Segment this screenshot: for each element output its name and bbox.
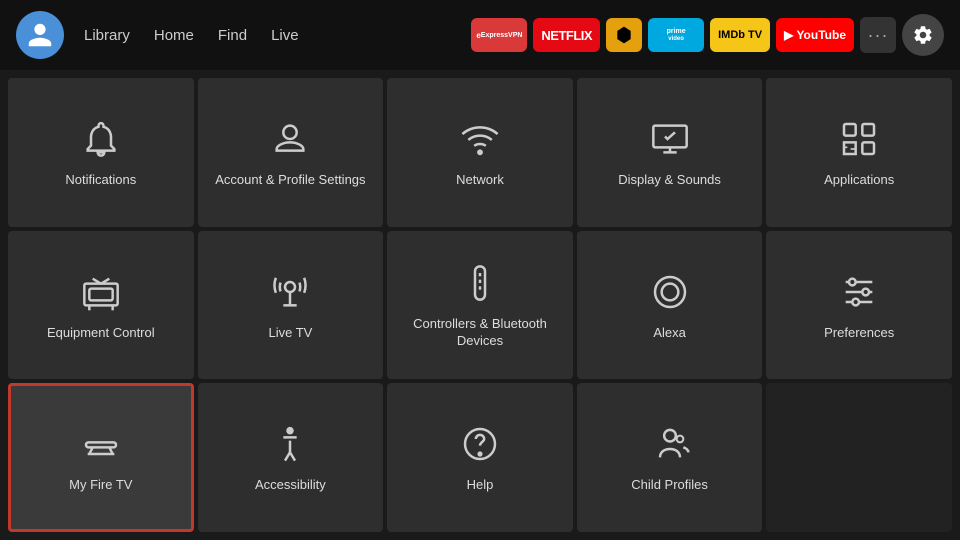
grid-item-applications[interactable]: Applications <box>766 78 952 227</box>
child-profiles-label: Child Profiles <box>631 477 708 494</box>
nav-settings-button[interactable] <box>902 14 944 56</box>
grid-item-equipment-control[interactable]: Equipment Control <box>8 231 194 380</box>
nav-live[interactable]: Live <box>271 23 299 48</box>
network-label: Network <box>456 172 504 189</box>
remote-icon <box>457 260 503 306</box>
app-imdb[interactable]: IMDb TV <box>710 18 770 52</box>
accessibility-icon <box>267 421 313 467</box>
account-label: Account & Profile Settings <box>215 172 365 189</box>
nav-find[interactable]: Find <box>218 23 247 48</box>
grid-item-notifications[interactable]: Notifications <box>8 78 194 227</box>
top-nav: Library Home Find Live e ExpressVPN NETF… <box>0 0 960 70</box>
person-icon <box>267 116 313 162</box>
grid-item-alexa[interactable]: Alexa <box>577 231 763 380</box>
grid-item-empty <box>766 383 952 532</box>
grid-item-live-tv[interactable]: Live TV <box>198 231 384 380</box>
nav-library[interactable]: Library <box>84 23 130 48</box>
my-fire-tv-label: My Fire TV <box>69 477 132 494</box>
bell-icon <box>78 116 124 162</box>
app-netflix[interactable]: NETFLIX <box>533 18 600 52</box>
app-youtube[interactable]: ▶ YouTube <box>776 18 854 52</box>
live-tv-label: Live TV <box>268 325 312 342</box>
grid-item-accessibility[interactable]: Accessibility <box>198 383 384 532</box>
nav-links: Library Home Find Live <box>84 23 299 48</box>
avatar[interactable] <box>16 11 64 59</box>
accessibility-label: Accessibility <box>255 477 326 494</box>
app-plex[interactable] <box>606 18 642 52</box>
equipment-control-label: Equipment Control <box>47 325 155 342</box>
preferences-label: Preferences <box>824 325 894 342</box>
antenna-icon <box>267 269 313 315</box>
controllers-label: Controllers & Bluetooth Devices <box>399 316 561 350</box>
applications-label: Applications <box>824 172 894 189</box>
alexa-label: Alexa <box>653 325 686 342</box>
display-icon <box>647 116 693 162</box>
help-label: Help <box>467 477 494 494</box>
grid-item-child-profiles[interactable]: Child Profiles <box>577 383 763 532</box>
grid-item-preferences[interactable]: Preferences <box>766 231 952 380</box>
grid-item-account[interactable]: Account & Profile Settings <box>198 78 384 227</box>
app-prime[interactable]: prime video <box>648 18 704 52</box>
help-icon <box>457 421 503 467</box>
wifi-icon <box>457 116 503 162</box>
grid-item-controllers[interactable]: Controllers & Bluetooth Devices <box>387 231 573 380</box>
firetv-icon <box>78 421 124 467</box>
nav-home[interactable]: Home <box>154 23 194 48</box>
grid-item-network[interactable]: Network <box>387 78 573 227</box>
sliders-icon <box>836 269 882 315</box>
child-icon <box>647 421 693 467</box>
display-sounds-label: Display & Sounds <box>618 172 721 189</box>
grid-item-display-sounds[interactable]: Display & Sounds <box>577 78 763 227</box>
tv-icon <box>78 269 124 315</box>
grid-item-help[interactable]: Help <box>387 383 573 532</box>
apps-icon <box>836 116 882 162</box>
nav-more-button[interactable]: ··· <box>860 17 896 53</box>
notifications-label: Notifications <box>65 172 136 189</box>
nav-apps: e ExpressVPN NETFLIX prime video IMDb TV… <box>471 14 944 56</box>
grid-item-my-fire-tv[interactable]: My Fire TV <box>8 383 194 532</box>
app-expressvpn[interactable]: e ExpressVPN <box>471 18 527 52</box>
alexa-icon <box>647 269 693 315</box>
settings-grid: Notifications Account & Profile Settings… <box>0 70 960 540</box>
